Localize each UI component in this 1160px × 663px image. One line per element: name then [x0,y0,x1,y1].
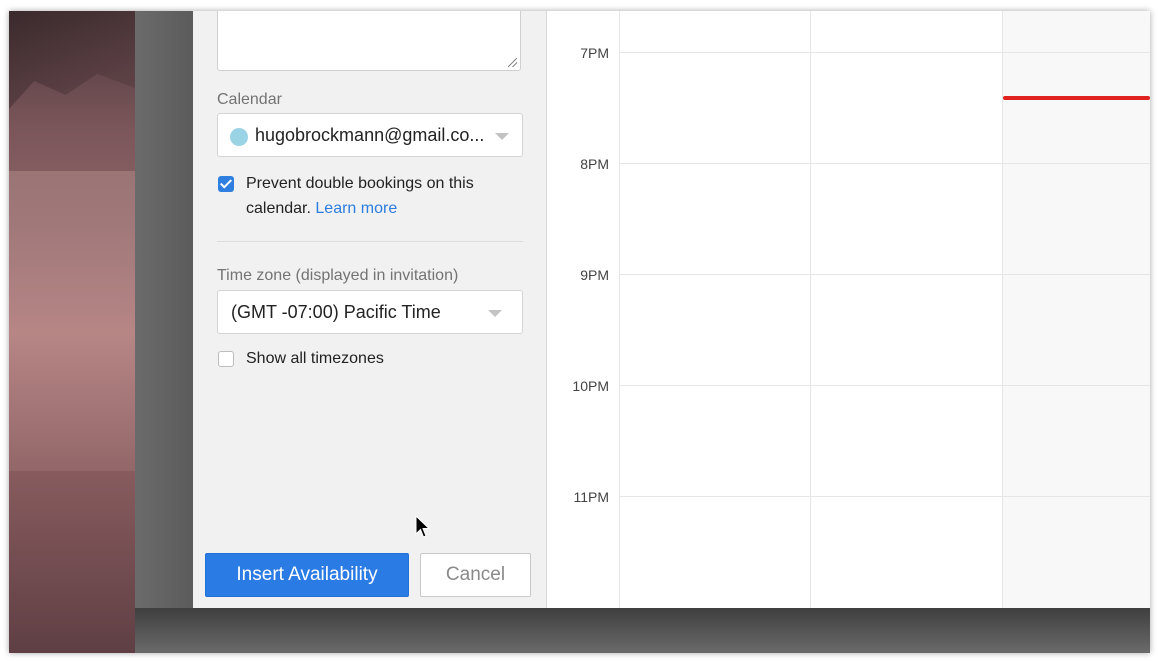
hour-row-line [619,163,1150,164]
cancel-button[interactable]: Cancel [420,553,531,597]
calendar-window: Calendar hugobrockmann@gmail.co... Preve… [193,11,1150,608]
desktop-wallpaper [9,11,135,653]
calendar-select[interactable]: hugobrockmann@gmail.co... [217,113,523,157]
hour-row-line [619,274,1150,275]
wallpaper-water [9,171,135,471]
column-divider [1002,11,1003,608]
show-all-timezones-checkbox[interactable] [218,351,234,367]
calendar-color-dot-icon [230,128,248,146]
hour-row-line [619,52,1150,53]
prevent-double-booking-label: Prevent double bookings on this calendar… [246,171,516,221]
today-column[interactable] [1002,11,1150,608]
mouse-pointer-icon [415,515,431,538]
show-all-timezones-label: Show all timezones [246,350,384,367]
insert-availability-button[interactable]: Insert Availability [205,553,409,597]
hour-label: 10PM [572,378,609,394]
resize-grip-icon[interactable] [508,58,517,67]
column-divider [810,11,811,608]
learn-more-link[interactable]: Learn more [315,200,397,217]
section-divider [217,241,523,242]
hour-label: 7PM [580,45,609,61]
hour-row-line [619,496,1150,497]
calendar-week-grid: 7PM 8PM 9PM 10PM 11PM [547,11,1150,608]
hour-label: 9PM [580,267,609,283]
window-bottom-shadow [135,608,1150,653]
calendar-select-value: hugobrockmann@gmail.co... [255,125,485,145]
availability-panel: Calendar hugobrockmann@gmail.co... Preve… [193,11,547,608]
screenshot-frame: Calendar hugobrockmann@gmail.co... Preve… [9,11,1150,653]
prevent-double-booking-checkbox[interactable] [218,176,234,192]
hour-label: 11PM [573,489,609,505]
calendar-label: Calendar [217,91,282,108]
current-time-indicator [1003,96,1150,100]
hour-row-line [619,385,1150,386]
window-shadow [135,11,193,653]
wallpaper-hill [9,11,135,109]
hour-label: 8PM [580,156,609,172]
column-divider [619,11,620,608]
description-textarea[interactable] [217,11,521,71]
timezone-select[interactable]: (GMT -07:00) Pacific Time [217,290,523,334]
timezone-label: Time zone (displayed in invitation) [217,267,459,284]
chevron-down-icon [488,310,502,317]
chevron-down-icon [495,133,509,140]
timezone-select-value: (GMT -07:00) Pacific Time [231,302,441,322]
